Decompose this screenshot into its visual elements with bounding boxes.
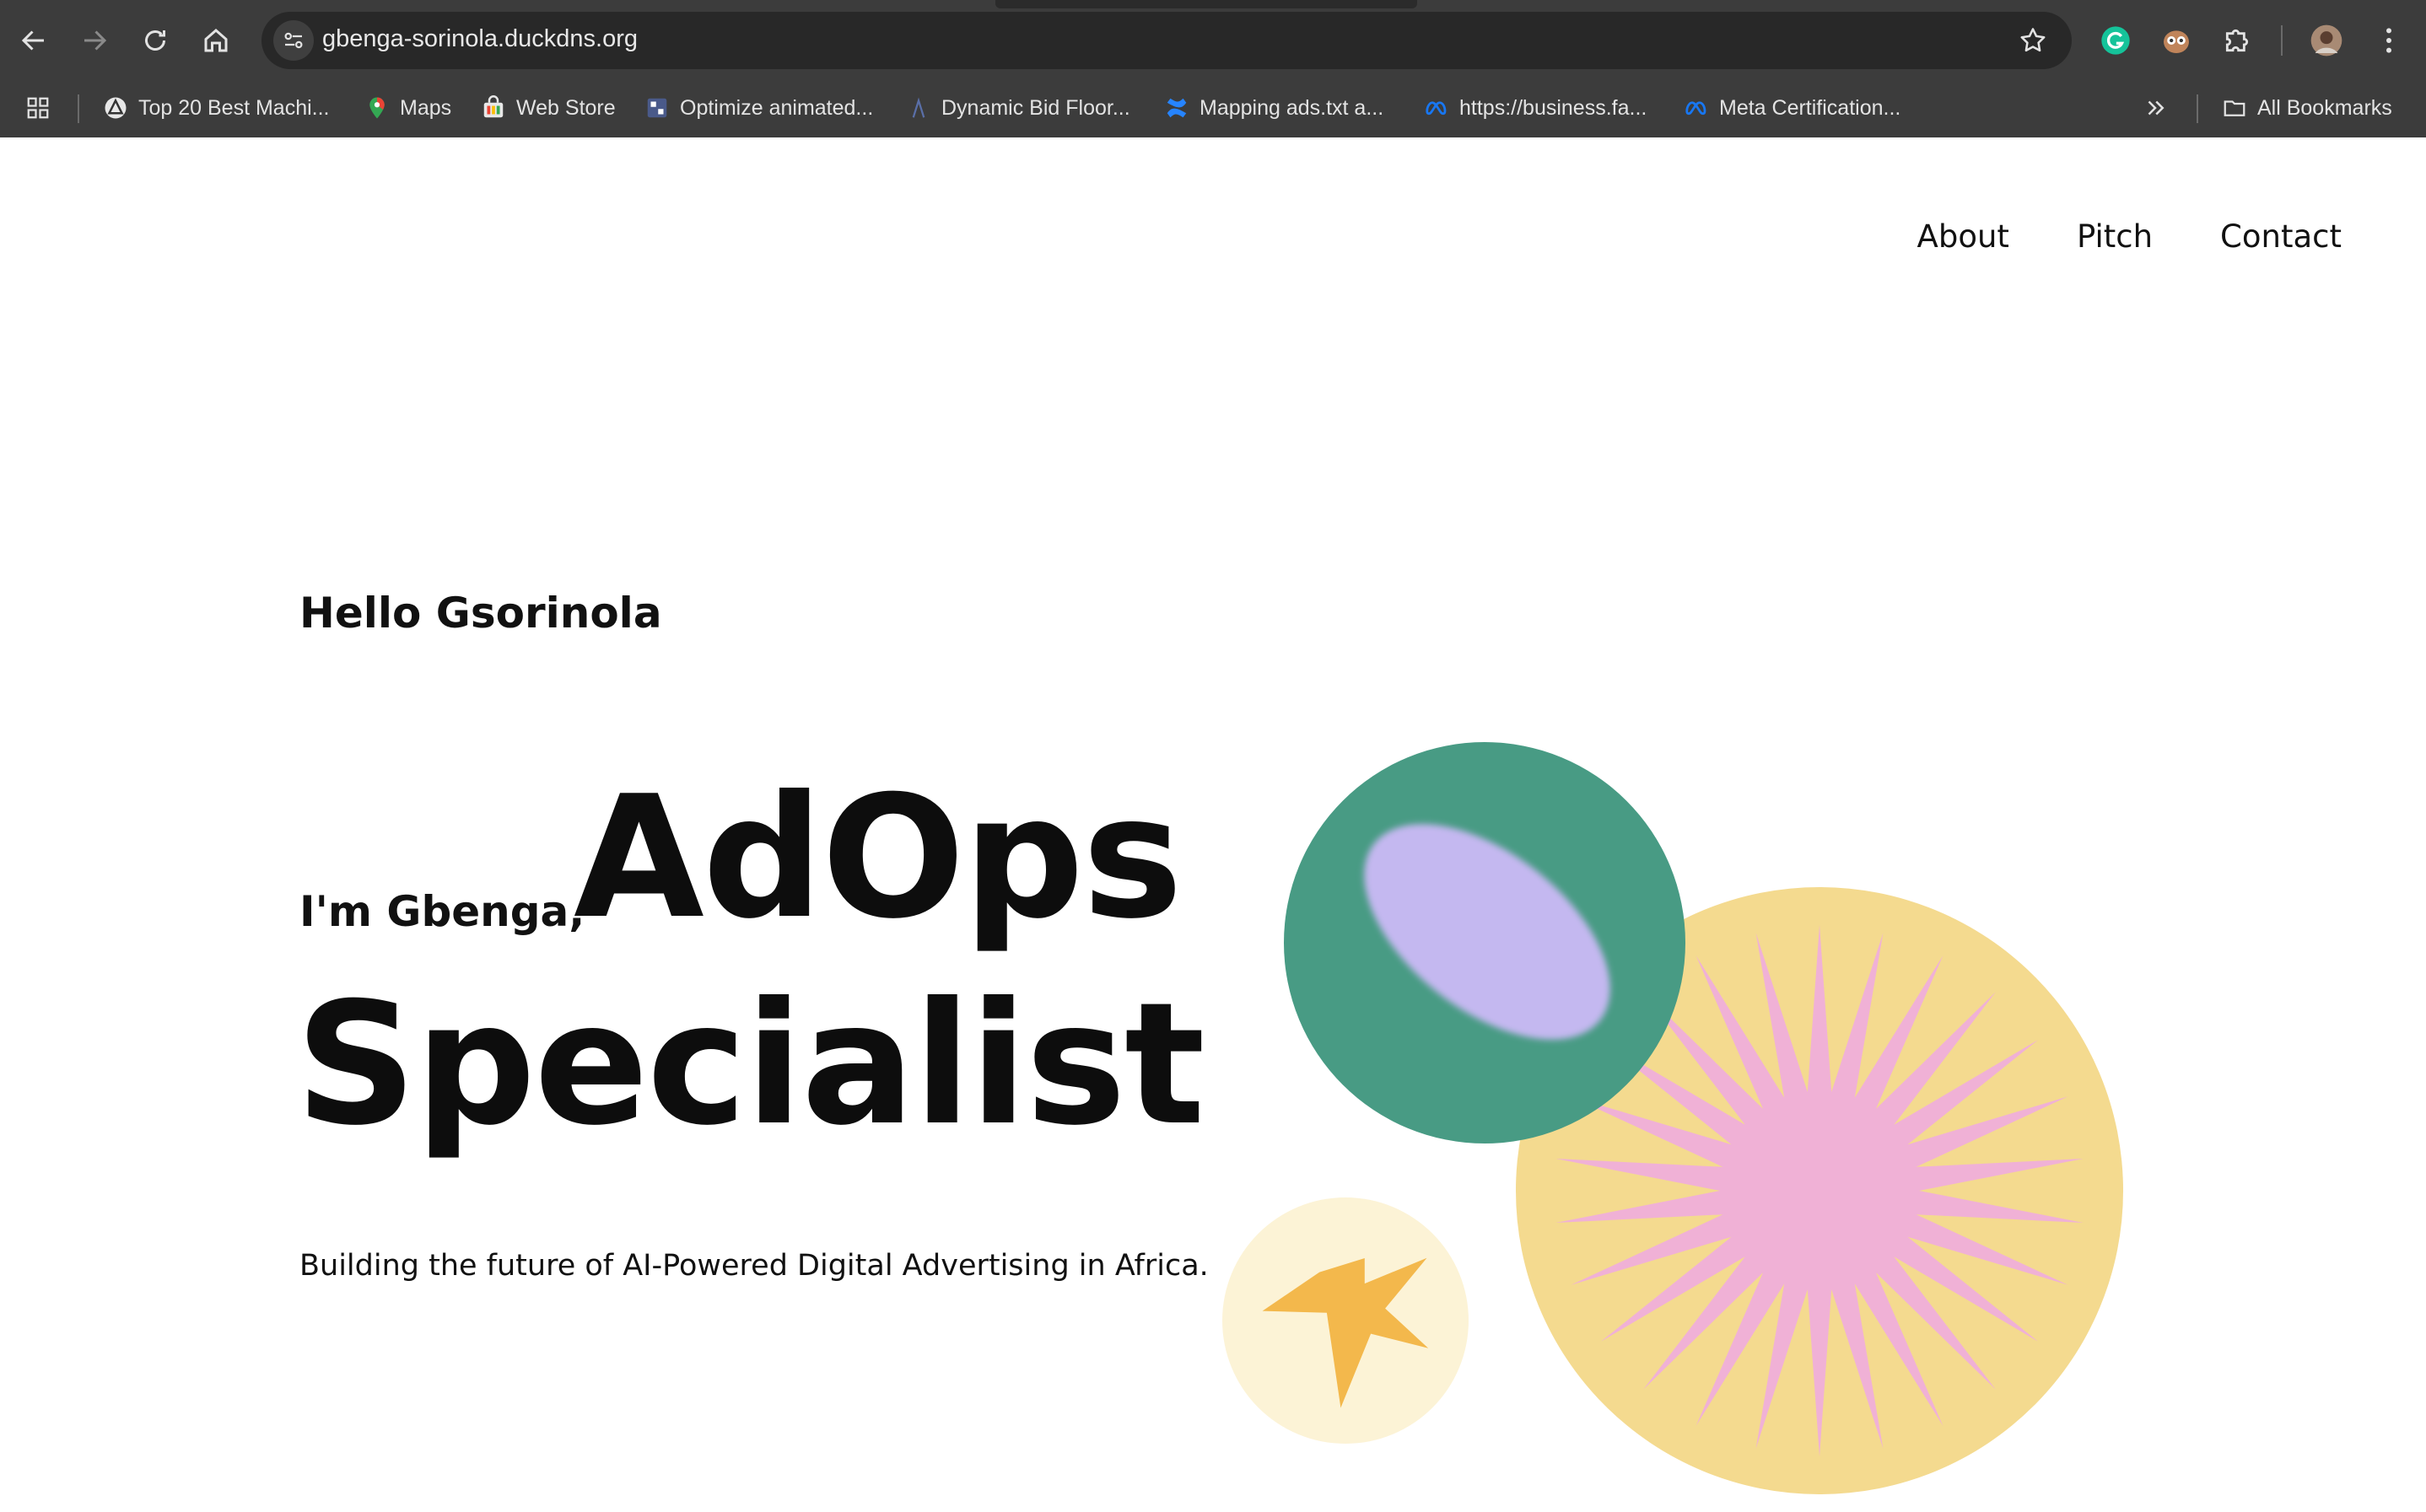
hero-illustration [1222,742,2123,1494]
vertical-dots-icon [2386,28,2391,53]
bookmark-label: Meta Certification... [1719,95,1901,120]
reload-button[interactable] [135,20,175,61]
home-icon [204,29,228,52]
grammarly-icon [2101,26,2130,55]
puzzle-piece-icon [2225,30,2248,52]
profile-avatar-button[interactable] [2306,20,2347,61]
triangle-logo-icon [105,97,127,119]
browser-menu-button[interactable] [2369,20,2409,61]
forward-arrow-icon [84,30,107,51]
folder-icon [2224,100,2245,116]
nav-about-link[interactable]: About [1917,218,2009,255]
bookmarks-bar: Top 20 Best Machi... Maps Web Store Opti… [0,81,2426,137]
bookmark-label: Dynamic Bid Floor... [941,95,1130,120]
reload-icon [145,30,165,51]
bookmark-label: Optimize animated... [680,95,874,120]
bookmark-item[interactable]: Mapping ads.txt a... [1164,91,1383,125]
bookmark-item[interactable]: Dynamic Bid Floor... [906,91,1130,125]
bookmark-label: https://business.fa... [1459,95,1647,120]
tune-icon [284,32,303,49]
bookmark-star-button[interactable] [2014,22,2051,59]
hero-tagline: Building the future of AI-Powered Digita… [299,1249,1209,1283]
bookmark-item[interactable]: Optimize animated... [644,91,873,125]
apps-button[interactable] [25,91,51,125]
hero-title-line1: AdOps [574,760,1183,956]
bookmarks-divider [2197,94,2198,123]
site-nav: About Pitch Contact [1917,218,2342,255]
owl-extension-icon [2164,30,2189,53]
all-bookmarks-button[interactable]: All Bookmarks [2222,91,2392,125]
web-store-icon [483,95,504,118]
intro-text: I'm Gbenga, [299,887,585,936]
bookmark-item[interactable]: Maps [364,91,451,125]
star-outline-icon [2020,28,2046,52]
meta-icon [1685,101,1706,116]
optimize-icon [647,98,667,118]
bookmark-label: Top 20 Best Machi... [138,95,330,120]
confluence-icon [1167,98,1187,118]
bookmarks-divider [78,94,79,123]
browser-chrome: gbenga-sorinola.duckdns.org Top 20 Best … [0,0,2426,137]
home-button[interactable] [196,20,236,61]
nav-pitch-link[interactable]: Pitch [2077,218,2153,255]
nav-contact-link[interactable]: Contact [2220,218,2342,255]
profile-avatar-icon [2310,24,2342,56]
bookmark-item[interactable]: Top 20 Best Machi... [103,91,330,125]
double-chevron-right-icon [2148,100,2165,116]
back-arrow-icon [21,30,44,51]
address-bar[interactable]: gbenga-sorinola.duckdns.org [261,12,2072,69]
greeting-heading: Hello Gsorinola [299,589,662,638]
bookmark-item[interactable]: Meta Certification... [1684,91,1900,125]
lambda-icon [912,97,925,118]
bookmark-label: Mapping ads.txt a... [1200,95,1384,120]
meta-icon [1426,101,1447,116]
apps-grid-icon [27,97,49,119]
url-text[interactable]: gbenga-sorinola.duckdns.org [322,25,638,53]
toolbar-divider [2281,25,2283,56]
web-page: About Pitch Contact Hello Gsorinola I'm … [0,137,2426,1494]
more-bookmarks-button[interactable] [2143,91,2168,125]
extensions-button[interactable] [2217,20,2257,61]
site-info-button[interactable] [273,20,314,61]
hero-title-line2: Specialist [295,966,1205,1163]
bookmark-label: Maps [400,95,452,120]
forward-button[interactable] [74,20,115,61]
maps-pin-icon [369,97,385,119]
all-bookmarks-label: All Bookmarks [2257,95,2392,120]
bookmark-item[interactable]: Web Store [481,91,616,125]
bookmark-item[interactable]: https://business.fa... [1424,91,1647,125]
browser-toolbar: gbenga-sorinola.duckdns.org [0,0,2426,81]
grammarly-extension-button[interactable] [2095,20,2136,61]
bookmark-label: Web Store [516,95,616,120]
back-button[interactable] [13,20,54,61]
owl-extension-button[interactable] [2156,20,2197,61]
